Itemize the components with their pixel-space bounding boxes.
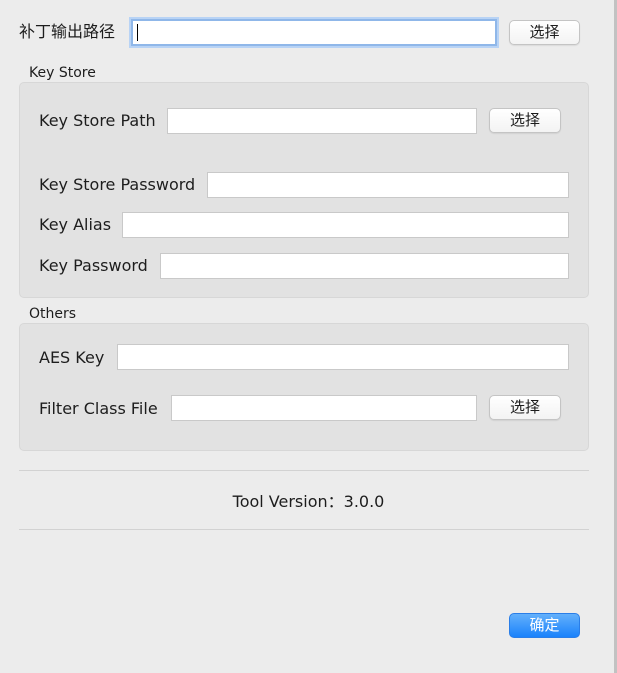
- text-caret: [137, 24, 138, 41]
- key-store-path-choose-button[interactable]: 选择: [489, 108, 561, 133]
- aes-key-input[interactable]: [117, 344, 569, 370]
- filter-class-file-label: Filter Class File: [39, 399, 158, 418]
- others-group: AES Key Filter Class File 选择: [19, 323, 589, 451]
- key-store-group: Key Store Path 选择 Key Store Password Key…: [19, 82, 589, 298]
- others-group-title: Others: [29, 306, 77, 322]
- key-password-input[interactable]: [160, 253, 569, 279]
- dialog-window: 补丁输出路径 选择 Key Store Key Store Path 选择 Ke…: [0, 0, 617, 673]
- key-alias-label: Key Alias: [39, 215, 112, 234]
- top-divider: [19, 470, 589, 471]
- key-store-path-input[interactable]: [167, 108, 477, 134]
- key-store-password-input[interactable]: [207, 172, 569, 198]
- filter-class-file-choose-button[interactable]: 选择: [489, 395, 561, 420]
- key-alias-input[interactable]: [122, 212, 569, 238]
- key-store-group-title: Key Store: [29, 65, 96, 81]
- key-password-label: Key Password: [39, 256, 148, 275]
- key-store-password-label: Key Store Password: [39, 175, 196, 194]
- key-store-path-label: Key Store Path: [39, 111, 156, 130]
- patch-output-path-input[interactable]: [131, 19, 497, 46]
- confirm-button[interactable]: 确定: [509, 613, 580, 638]
- patch-choose-button[interactable]: 选择: [509, 20, 580, 45]
- patch-output-path-label: 补丁输出路径: [19, 22, 116, 41]
- filter-class-file-input[interactable]: [171, 395, 477, 421]
- bottom-divider: [19, 529, 589, 530]
- aes-key-label: AES Key: [39, 348, 105, 367]
- tool-version-text: Tool Version：3.0.0: [232, 492, 385, 511]
